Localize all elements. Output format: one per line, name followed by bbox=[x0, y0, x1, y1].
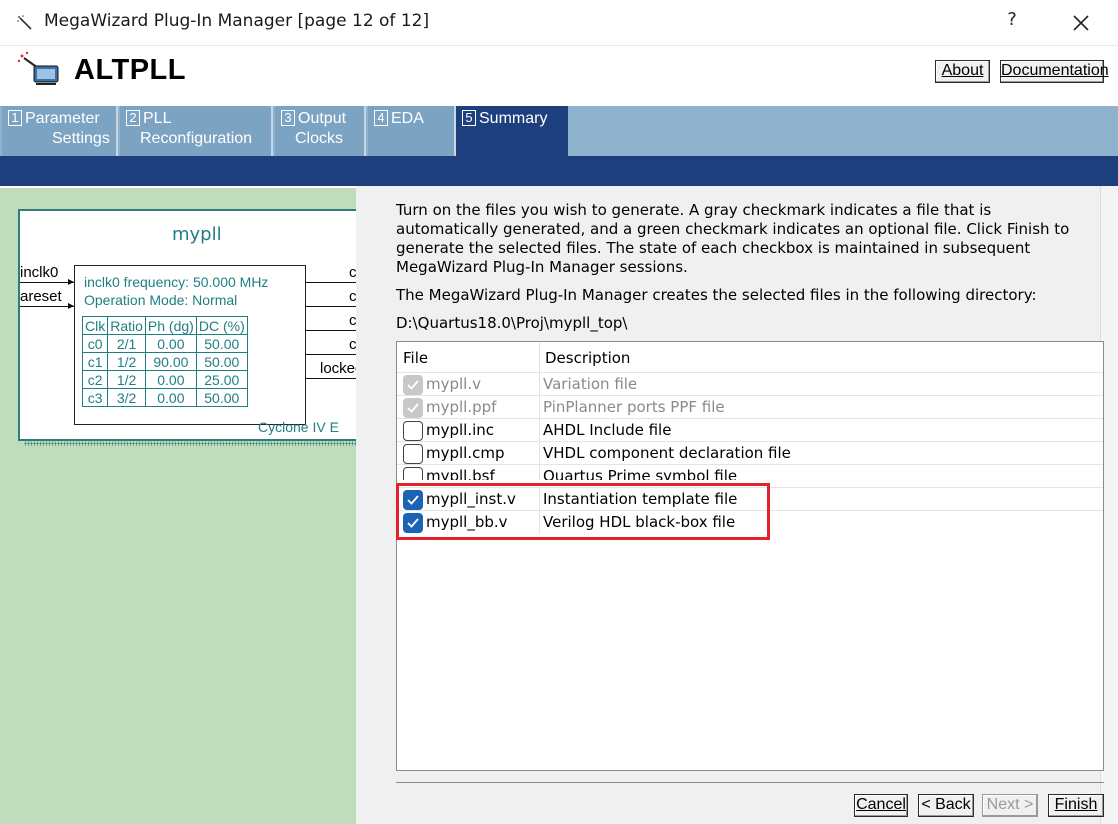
operation-mode: Operation Mode: Normal bbox=[84, 292, 238, 308]
close-icon[interactable] bbox=[1066, 8, 1096, 38]
list-item: mypll.bsf Quartus Prime symbol file bbox=[397, 464, 1103, 480]
wizard-tabs: 1 Parameter Settings 2 PLL Reconfiguration… bbox=[0, 106, 1118, 186]
tab-parameter-settings[interactable]: 1 Parameter Settings bbox=[2, 106, 118, 156]
wire-areset bbox=[20, 306, 74, 307]
list-item: mypll.cmp VHDL component declaration fil… bbox=[397, 441, 1103, 465]
column-description: Description bbox=[545, 349, 631, 367]
list-item: mypll.v Variation file bbox=[397, 372, 1103, 396]
input-frequency: inclk0 frequency: 50.000 MHz bbox=[84, 274, 269, 290]
table-row: c3 3/2 0.00 50.00 bbox=[81, 388, 248, 407]
port-areset: areset bbox=[20, 288, 62, 305]
checkbox-mypll-bsf[interactable] bbox=[403, 467, 423, 480]
highlight-box bbox=[396, 483, 770, 540]
next-button: Next > bbox=[982, 794, 1038, 817]
check-icon bbox=[407, 380, 419, 390]
cancel-button[interactable]: Cancel bbox=[854, 794, 908, 817]
table-row: c0 2/1 0.00 50.00 bbox=[81, 334, 248, 353]
table-header: Clk Ratio Ph (dg) DC (%) bbox=[81, 316, 248, 335]
device-family: Cyclone IV E bbox=[258, 419, 339, 435]
arrow-areset bbox=[68, 303, 74, 309]
checkbox-mypll-cmp[interactable] bbox=[403, 444, 423, 464]
tab-band bbox=[0, 156, 1118, 186]
finish-button[interactable]: Finish bbox=[1048, 794, 1104, 817]
product-name: ALTPLL bbox=[74, 54, 186, 86]
megawizard-logo-icon bbox=[17, 51, 59, 85]
check-icon bbox=[407, 403, 419, 413]
documentation-button[interactable]: Documentation bbox=[1000, 60, 1109, 83]
file-list: File Description mypll.v Variation file … bbox=[396, 341, 1104, 771]
wire-inclk0 bbox=[20, 282, 74, 283]
tab-eda[interactable]: 4 EDA bbox=[368, 106, 456, 156]
checkbox-mypll-v bbox=[403, 375, 423, 395]
about-button[interactable]: About bbox=[935, 60, 990, 83]
title-bar: MegaWizard Plug-In Manager [page 12 of 1… bbox=[0, 0, 1118, 46]
arrow-inclk0 bbox=[68, 279, 74, 285]
table-row: c2 1/2 0.00 25.00 bbox=[81, 370, 248, 389]
file-list-header: File Description bbox=[397, 342, 1103, 372]
tab-pll-reconfiguration[interactable]: 2 PLL Reconfiguration bbox=[120, 106, 273, 156]
clock-settings-table: Clk Ratio Ph (dg) DC (%) c0 2/1 0.00 50.00 … bbox=[81, 316, 248, 407]
tab-summary[interactable]: 5 Summary bbox=[456, 106, 568, 156]
directory-label: The MegaWizard Plug-In Manager creates t… bbox=[396, 286, 1037, 304]
instructions-text: Turn on the files you wish to generate. … bbox=[396, 201, 1070, 276]
output-directory: D:\Quartus18.0\Proj\mypll_top\ bbox=[396, 314, 628, 332]
list-item: mypll.inc AHDL Include file bbox=[397, 418, 1103, 442]
back-button[interactable]: < Back bbox=[918, 794, 974, 817]
wizard-wand-icon bbox=[17, 15, 32, 30]
table-row: c1 1/2 90.00 50.00 bbox=[81, 352, 248, 371]
port-inclk0: inclk0 bbox=[20, 264, 59, 281]
wizard-header: ALTPLL About Documentation bbox=[0, 46, 1118, 106]
checkbox-mypll-ppf bbox=[403, 398, 423, 418]
help-button[interactable]: ? bbox=[1000, 9, 1024, 35]
footer-divider bbox=[396, 782, 1104, 783]
tab-output-clocks[interactable]: 3 Output Clocks bbox=[275, 106, 366, 156]
column-file: File bbox=[403, 349, 429, 367]
symbol-name: mypll bbox=[172, 224, 222, 245]
window-title: MegaWizard Plug-In Manager [page 12 of 1… bbox=[44, 11, 430, 31]
checkbox-mypll-inc[interactable] bbox=[403, 421, 423, 441]
list-item: mypll.ppf PinPlanner ports PPF file bbox=[397, 395, 1103, 419]
